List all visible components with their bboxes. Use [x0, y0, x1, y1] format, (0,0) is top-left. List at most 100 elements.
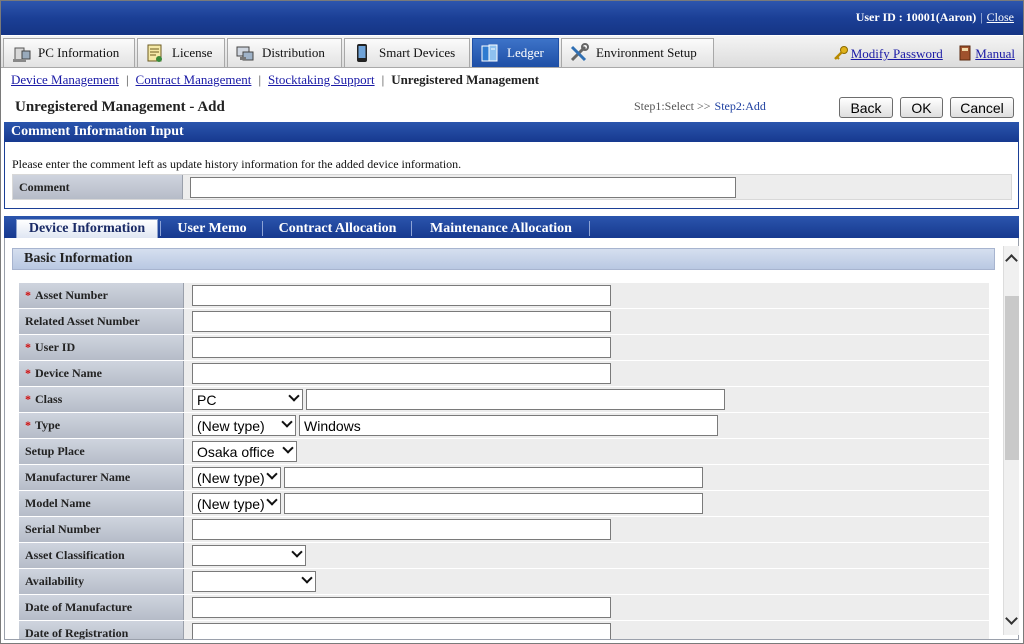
top-bar: User ID : 10001(Aaron) | Close: [1, 1, 1023, 35]
asset-number-input[interactable]: [192, 285, 611, 306]
ok-button[interactable]: OK: [900, 97, 943, 118]
tab-license[interactable]: License: [137, 38, 225, 67]
model-select[interactable]: (New type): [192, 493, 281, 514]
form-row: * Class PC: [19, 387, 989, 412]
device-name-input[interactable]: [192, 363, 611, 384]
manufacturer-text-input[interactable]: [284, 467, 703, 488]
tab-smart-devices[interactable]: Smart Devices: [344, 38, 470, 67]
modify-password-link[interactable]: Modify Password: [851, 46, 943, 61]
separator: |: [980, 10, 983, 24]
cancel-button[interactable]: Cancel: [950, 97, 1014, 118]
tab-device-information[interactable]: Device Information: [16, 219, 158, 238]
tab-separator: [160, 221, 161, 236]
setup-place-label: Setup Place: [19, 439, 184, 464]
tab-user-memo[interactable]: User Memo: [164, 219, 260, 238]
close-link[interactable]: Close: [987, 10, 1014, 24]
chevron-down-icon: [288, 390, 300, 402]
header-links: Modify Password Manual: [833, 45, 1015, 62]
vertical-scrollbar[interactable]: [1003, 246, 1019, 635]
breadcrumb-stocktaking-support[interactable]: Stocktaking Support: [268, 72, 375, 87]
user-id-input[interactable]: [192, 337, 611, 358]
breadcrumb-separator: |: [258, 72, 262, 87]
user-id-label: * User ID: [19, 335, 184, 360]
serial-number-input[interactable]: [192, 519, 611, 540]
manufacturer-name-label: Manufacturer Name: [19, 465, 184, 490]
tab-environment-setup[interactable]: Environment Setup: [561, 38, 714, 67]
class-select[interactable]: PC: [192, 389, 303, 410]
select-value: (New type): [197, 469, 265, 486]
manual-link[interactable]: Manual: [975, 46, 1015, 61]
manufacturer-select[interactable]: (New type): [192, 467, 281, 488]
breadcrumb: Device Management | Contract Management | St…: [11, 72, 539, 88]
form-row: * Asset Number: [19, 283, 989, 308]
comment-input[interactable]: [190, 177, 736, 198]
required-mark: *: [25, 288, 31, 302]
date-of-registration-label: Date of Registration: [19, 621, 184, 639]
select-value: PC: [197, 391, 217, 408]
asset-classification-label: Asset Classification: [19, 543, 184, 568]
related-asset-number-input[interactable]: [192, 311, 611, 332]
tab-separator: [589, 221, 590, 236]
label-text: Class: [35, 392, 63, 406]
select-value: (New type): [197, 495, 265, 512]
form-row: Date of Manufacture: [19, 595, 989, 620]
tab-maintenance-allocation[interactable]: Maintenance Allocation: [415, 219, 587, 238]
page-title: Unregistered Management - Add: [15, 99, 225, 115]
form-row: * User ID: [19, 335, 989, 360]
device-name-label: * Device Name: [19, 361, 184, 386]
form-row: * Device Name: [19, 361, 989, 386]
tab-ledger[interactable]: Ledger: [472, 38, 559, 67]
chevron-down-icon: [291, 546, 303, 558]
pc-icon: [10, 42, 32, 64]
back-button[interactable]: Back: [839, 97, 893, 118]
asset-classification-select[interactable]: [192, 545, 306, 566]
chevron-down-icon: [301, 572, 313, 584]
date-of-registration-input[interactable]: [192, 623, 611, 639]
availability-select[interactable]: [192, 571, 316, 592]
form-row: Setup Place Osaka office: [19, 439, 989, 464]
type-text-input[interactable]: Windows: [299, 415, 718, 436]
comment-hint: Please enter the comment left as update …: [12, 157, 462, 171]
breadcrumb-contract-management[interactable]: Contract Management: [136, 72, 252, 87]
scroll-down-arrow-icon[interactable]: [1005, 612, 1018, 625]
form-row: Availability: [19, 569, 989, 594]
breadcrumb-current: Unregistered Management: [391, 72, 540, 87]
main-tab-bar: PC Information License Distribution Smar…: [1, 36, 1023, 68]
breadcrumb-device-management[interactable]: Device Management: [11, 72, 119, 87]
date-of-manufacture-input[interactable]: [192, 597, 611, 618]
breadcrumb-separator: |: [125, 72, 129, 87]
basic-information-header: Basic Information: [12, 248, 995, 270]
user-info: User ID : 10001(Aaron) | Close: [856, 10, 1014, 25]
select-value: (New type): [197, 417, 265, 434]
tab-label: Distribution: [262, 45, 325, 60]
date-of-manufacture-label: Date of Manufacture: [19, 595, 184, 620]
tab-distribution[interactable]: Distribution: [227, 38, 342, 67]
tab-label: PC Information: [38, 45, 120, 60]
label-text: User ID: [35, 340, 76, 354]
breadcrumb-separator: |: [381, 72, 385, 87]
class-text-input[interactable]: [306, 389, 725, 410]
model-text-input[interactable]: [284, 493, 703, 514]
label-text: Asset Number: [35, 288, 108, 302]
comment-section-header: Comment Information Input: [4, 122, 1019, 142]
type-select[interactable]: (New type): [192, 415, 296, 436]
tab-pc-information[interactable]: PC Information: [3, 38, 135, 67]
comment-row: Comment: [12, 174, 1012, 200]
step2-label: Step2:Add: [714, 99, 766, 113]
scrollbar-thumb[interactable]: [1005, 296, 1019, 460]
chevron-down-icon: [266, 468, 278, 480]
smart-device-icon: [351, 42, 373, 64]
form-row: Model Name (New type): [19, 491, 989, 516]
ledger-icon: [479, 42, 501, 64]
setup-place-select[interactable]: Osaka office: [192, 441, 297, 462]
scroll-up-arrow-icon[interactable]: [1005, 254, 1018, 267]
required-mark: *: [25, 392, 31, 406]
license-icon: [144, 42, 166, 64]
form-row: Date of Registration: [19, 621, 989, 639]
tab-contract-allocation[interactable]: Contract Allocation: [266, 219, 409, 238]
chevron-down-icon: [266, 494, 278, 506]
key-icon: [833, 45, 849, 61]
tab-separator: [262, 221, 263, 236]
tab-label: Environment Setup: [596, 45, 697, 60]
availability-label: Availability: [19, 569, 184, 594]
